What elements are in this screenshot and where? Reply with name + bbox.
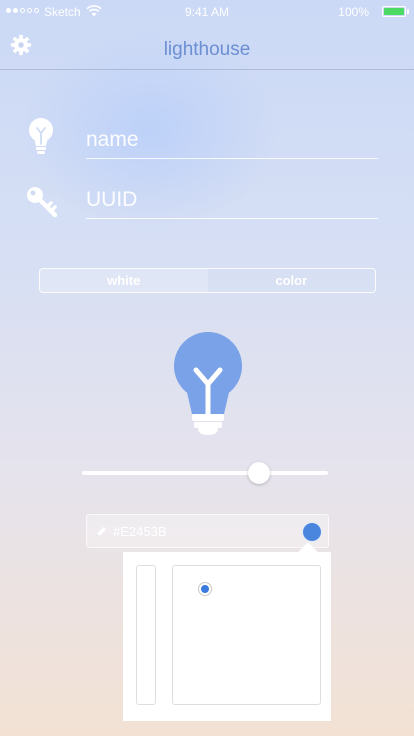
picker-handle[interactable] <box>199 583 211 595</box>
color-picker-popover <box>123 552 331 721</box>
brightness-slider[interactable] <box>82 471 328 475</box>
uuid-input[interactable] <box>86 188 378 219</box>
lightbulb-icon <box>174 332 242 435</box>
hex-color-field[interactable]: #E2453B <box>86 514 329 548</box>
status-bar: Sketch 9:41 AM 100% <box>0 0 414 24</box>
lightbulb-icon <box>29 118 53 154</box>
hex-value: #E2453B <box>113 524 167 539</box>
brightness-slider-thumb[interactable] <box>248 462 271 484</box>
key-icon <box>27 187 58 218</box>
name-input[interactable] <box>86 128 378 159</box>
color-swatch[interactable] <box>302 522 322 542</box>
battery-icon <box>382 6 406 17</box>
nav-bar: lighthouse <box>0 24 414 70</box>
segment-color[interactable]: color <box>208 269 376 292</box>
pencil-icon <box>96 527 106 537</box>
saturation-brightness-picker[interactable] <box>172 565 321 705</box>
mode-toggle: white color <box>39 268 376 293</box>
segment-white[interactable]: white <box>40 269 208 292</box>
app-title: lighthouse <box>163 39 251 60</box>
hue-slider[interactable] <box>136 565 156 705</box>
battery-percentage: 100% <box>338 5 369 19</box>
